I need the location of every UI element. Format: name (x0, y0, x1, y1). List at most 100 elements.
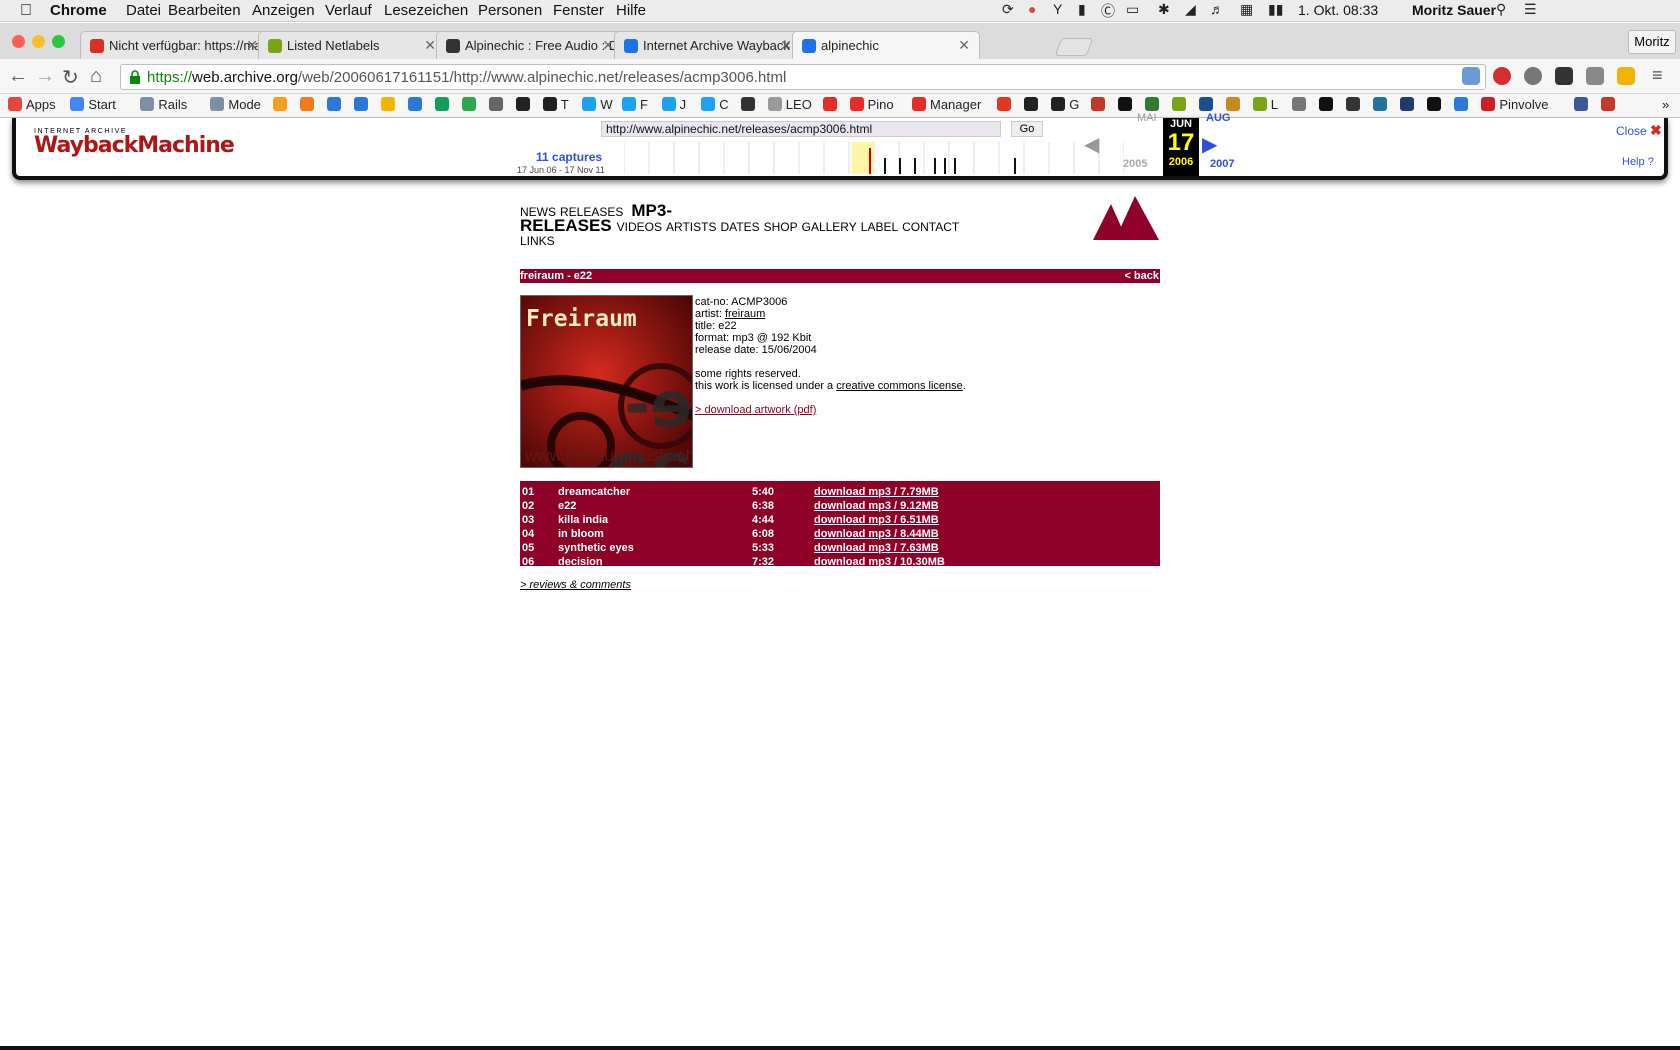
sync-icon[interactable]: ⟳ (1002, 1, 1014, 18)
menu-hilfe[interactable]: Hilfe (616, 2, 646, 19)
menu-verlauf[interactable]: Verlauf (325, 2, 372, 19)
menu-app-name[interactable]: Chrome (50, 2, 107, 19)
tab-3[interactable]: Alpinechic : Free Audio : D ✕ (436, 31, 624, 59)
bookmark-26[interactable] (1024, 97, 1042, 112)
tab-4[interactable]: Internet Archive Wayback M ✕ (614, 31, 802, 59)
bookmark-9[interactable] (380, 97, 399, 112)
battery-icon[interactable]: ▮▮ (1268, 1, 1283, 18)
volume-icon[interactable]: ♬ (1210, 1, 1224, 17)
menu-bearbeiten[interactable]: Bearbeiten (168, 2, 241, 19)
display-icon[interactable]: ▭ (1126, 1, 1139, 18)
bookmark-31[interactable] (1171, 97, 1190, 112)
spotlight-icon[interactable]: ⚲ (1496, 1, 1506, 18)
bookmark-37[interactable] (1346, 97, 1364, 112)
capture-tick[interactable] (899, 158, 901, 174)
new-tab-button[interactable] (1054, 38, 1094, 56)
reload-icon[interactable]: ↻ (62, 65, 79, 90)
apple-icon[interactable]:  (20, 2, 32, 20)
bookmark-42[interactable]: Pinvolve (1481, 97, 1549, 112)
captures-link[interactable]: 11 captures (536, 150, 602, 164)
track-download-link[interactable]: download mp3 / 6.51MB (814, 513, 939, 527)
bookmark-14[interactable] (515, 97, 534, 112)
next-capture-icon[interactable]: ▶ (1202, 132, 1217, 157)
capture-tick[interactable] (1014, 158, 1016, 174)
next-month[interactable]: AUG (1206, 112, 1230, 124)
keyboard-icon[interactable]: ▦ (1240, 1, 1253, 18)
back-icon[interactable]: ← (8, 65, 28, 88)
notification-center-icon[interactable]: ☰ (1524, 1, 1537, 18)
track-download-link[interactable]: download mp3 / 7.63MB (814, 541, 939, 555)
capture-sparkline[interactable] (624, 140, 1124, 174)
menu-lesezeichen[interactable]: Lesezeichen (384, 2, 468, 19)
nav-videos[interactable]: VIDEOS (617, 220, 662, 234)
bookmark-11[interactable] (434, 97, 453, 112)
bookmark-23[interactable]: Pino (849, 97, 894, 112)
tab-1[interactable]: Nicht verfügbar: https://ma ✕ (80, 31, 268, 59)
bookmark-4[interactable]: Mode (210, 97, 261, 112)
capture-tick[interactable] (869, 148, 871, 174)
track-download-link[interactable]: download mp3 / 9.12MB (814, 499, 939, 513)
extension-screen-icon[interactable] (1462, 67, 1480, 85)
bookmark-24[interactable]: Manager (912, 97, 981, 112)
capture-tick[interactable] (884, 158, 886, 174)
menu-datei[interactable]: Datei (126, 2, 161, 19)
bookmark-2[interactable]: Start (70, 97, 116, 112)
extension-check-icon[interactable] (1555, 67, 1573, 85)
wifi-icon[interactable]: ◢ (1185, 1, 1196, 18)
alpinechic-logo-icon[interactable] (1093, 196, 1161, 240)
bluetooth-icon[interactable]: ✱ (1158, 1, 1170, 18)
menu-fenster[interactable]: Fenster (553, 2, 604, 19)
bookmark-29[interactable] (1117, 97, 1136, 112)
artist-link[interactable]: freiraum (725, 308, 765, 320)
chrome-menu-icon[interactable]: ≡ (1652, 65, 1663, 86)
reviews-link[interactable]: > reviews & comments (520, 579, 631, 591)
bookmark-21[interactable]: LEO (767, 97, 812, 112)
tab-2[interactable]: Listed Netlabels ✕ (258, 31, 446, 59)
tab-close-icon[interactable]: ✕ (958, 37, 970, 54)
track-download-link[interactable]: download mp3 / 10.30MB (814, 555, 945, 569)
bookmark-18[interactable]: J (661, 97, 686, 112)
track-download-link[interactable]: download mp3 / 8.44MB (814, 527, 939, 541)
wayback-help-button[interactable]: Help ? (1622, 156, 1654, 168)
bookmark-35[interactable] (1292, 97, 1310, 112)
prev-month[interactable]: MAI (1137, 112, 1157, 124)
bookmark-19[interactable]: C (701, 97, 729, 112)
minimize-window-icon[interactable] (32, 35, 45, 48)
prev-year[interactable]: 2005 (1123, 158, 1147, 170)
bookmark-38[interactable] (1373, 97, 1391, 112)
bookmark-25[interactable] (997, 97, 1015, 112)
bookmark-15[interactable]: T (542, 97, 569, 112)
prev-capture-icon[interactable]: ◀ (1084, 132, 1099, 157)
wayback-go-button[interactable]: Go (1011, 121, 1043, 137)
wayback-url-input[interactable]: http://www.alpinechic.net/releases/acmp3… (601, 121, 1001, 137)
nav-shop[interactable]: SHOP (764, 220, 798, 234)
wayback-logo[interactable]: INTERNET ARCHIVE WaybackMachine (34, 128, 235, 157)
nav-dates[interactable]: DATES (720, 220, 759, 234)
bookmark-6[interactable] (299, 97, 318, 112)
bookmark-22[interactable] (822, 97, 841, 112)
tab-close-icon[interactable]: ✕ (246, 37, 258, 54)
extension-stop-icon[interactable] (1493, 67, 1511, 85)
address-bar[interactable]: https://web.archive.org/web/200606171611… (120, 64, 1486, 90)
tab-close-icon[interactable]: ✕ (780, 37, 792, 54)
bookmark-8[interactable] (353, 97, 372, 112)
forward-icon[interactable]: → (35, 65, 55, 88)
menu-anzeigen[interactable]: Anzeigen (252, 2, 315, 19)
user-name[interactable]: Moritz Sauer (1412, 2, 1496, 18)
license-link[interactable]: creative commons license (836, 380, 963, 392)
bag-icon[interactable]: ▮ (1078, 1, 1086, 18)
tab-close-icon[interactable]: ✕ (602, 37, 614, 54)
bookmark-3[interactable]: Rails (140, 97, 187, 112)
bookmark-44[interactable] (1601, 97, 1619, 112)
next-year[interactable]: 2007 (1210, 158, 1234, 170)
back-link[interactable]: < back (1124, 269, 1159, 283)
profile-button[interactable]: Moritz (1628, 30, 1676, 54)
bookmark-27[interactable]: G (1051, 97, 1079, 112)
nav-links[interactable]: LINKS (520, 234, 555, 248)
bookmark-13[interactable] (488, 97, 507, 112)
bookmark-7[interactable] (326, 97, 345, 112)
bookmark-28[interactable] (1090, 97, 1109, 112)
nav-gallery[interactable]: GALLERY (802, 220, 857, 234)
capture-tick[interactable] (914, 158, 916, 174)
bookmark-10[interactable] (407, 97, 426, 112)
